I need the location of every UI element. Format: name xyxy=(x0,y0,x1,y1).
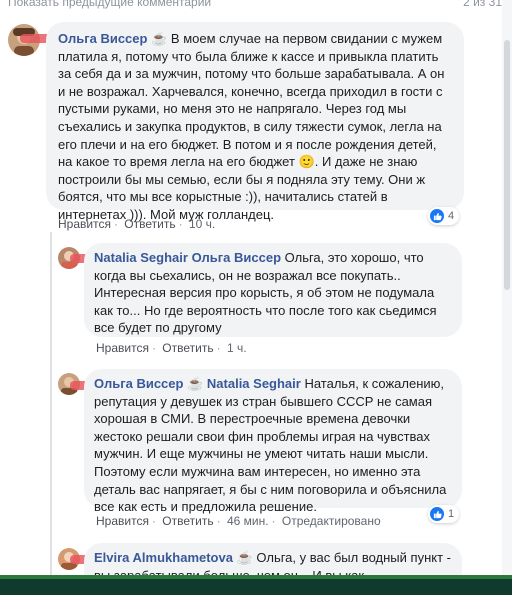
mention-link[interactable]: Ольга Виссер xyxy=(192,250,281,265)
top-bar: Показать предыдущие комментарии 2 из 31 xyxy=(0,0,512,14)
reaction-count[interactable]: 4 xyxy=(428,207,460,225)
scrollbar[interactable] xyxy=(502,0,512,595)
reply-link[interactable]: Ответить xyxy=(124,217,175,231)
reply-thread-line xyxy=(50,232,52,595)
edited-label[interactable]: Отредактировано xyxy=(282,514,381,528)
comments-counter: 2 из 31 xyxy=(463,0,502,9)
reply-link[interactable]: Ответить xyxy=(162,514,213,528)
thumbs-up-icon xyxy=(430,209,444,223)
timestamp[interactable]: 46 мин. xyxy=(227,514,269,528)
comment-author[interactable]: Ольга Виссер xyxy=(94,376,183,391)
timestamp[interactable]: 1 ч. xyxy=(227,341,247,355)
timestamp[interactable]: 10 ч. xyxy=(189,217,215,231)
comment-bubble: Ольга Виссер ☕ В моем случае на первом с… xyxy=(46,22,464,222)
coffee-cup-icon: ☕ xyxy=(236,550,253,565)
comment-author[interactable]: Elvira Almukhametova xyxy=(94,550,233,565)
scrollbar-thumb[interactable] xyxy=(504,40,510,290)
prev-comments-link[interactable]: Показать предыдущие комментарии xyxy=(8,0,211,9)
like-link[interactable]: Нравится xyxy=(96,341,149,355)
comment-author[interactable]: Ольга Виссер xyxy=(58,31,147,46)
comment-text: В моем случае на первом свидании с мужем… xyxy=(58,31,445,222)
taskbar xyxy=(0,575,512,595)
thumbs-up-icon xyxy=(430,507,444,521)
like-link[interactable]: Нравится xyxy=(96,514,149,528)
coffee-cup-icon: ☕ xyxy=(151,31,168,46)
comment-actions: Нравится · Ответить · 1 ч. xyxy=(96,341,247,355)
reply-link[interactable]: Ответить xyxy=(162,341,213,355)
coffee-cup-icon: ☕ xyxy=(187,376,204,391)
comment-bubble: Natalia Seghair Ольга Виссер Ольга, это … xyxy=(84,243,462,337)
reaction-count[interactable]: 1 xyxy=(428,505,460,523)
comment-author[interactable]: Natalia Seghair xyxy=(94,250,188,265)
comment-actions: Нравится · Ответить · 10 ч. xyxy=(58,217,216,231)
like-link[interactable]: Нравится xyxy=(58,217,111,231)
comment-text: Наталья, к сожалению, репутация у девуше… xyxy=(94,376,447,515)
comment-actions: Нравится · Ответить · 46 мин. · Отредактиро… xyxy=(96,514,381,528)
comment-bubble: Ольга Виссер ☕ Natalia Seghair Наталья, … xyxy=(84,369,462,514)
mention-link[interactable]: Natalia Seghair xyxy=(207,376,301,391)
